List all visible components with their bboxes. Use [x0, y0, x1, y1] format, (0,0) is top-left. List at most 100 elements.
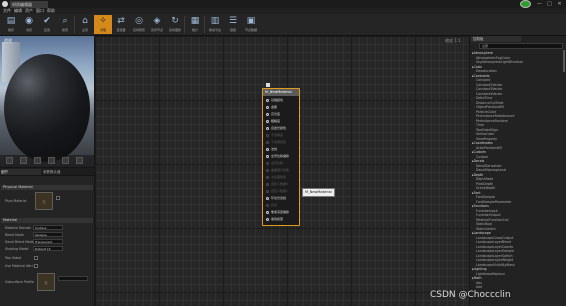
use-material-attributes-label: Use Material Attri...	[5, 264, 36, 268]
section-material[interactable]: Material	[1, 218, 93, 223]
two-sided-label: Two Sided	[5, 256, 21, 260]
sphere-preview-button[interactable]	[20, 157, 27, 164]
viewport-mode-label[interactable]: 透视	[4, 38, 12, 44]
pin-connector-icon[interactable]	[266, 189, 269, 193]
pin-connector-icon[interactable]	[266, 133, 269, 137]
toolbar-button-clean[interactable]: ✧ 清理	[94, 15, 112, 34]
pin-label: 基础颜色	[271, 98, 284, 102]
shading-model-dropdown[interactable]: Default Lit	[33, 246, 63, 251]
node-input-pin[interactable]: 像素深度偏移	[266, 210, 289, 214]
toolbar-button-label: 实时预览	[132, 28, 145, 32]
pin-connector-icon[interactable]	[266, 182, 269, 186]
node-input-pin[interactable]: 高光度	[266, 112, 280, 116]
toolbar-button-search[interactable]: ⌕ 搜索	[56, 15, 74, 34]
pin-connector-icon[interactable]	[266, 203, 269, 207]
node-input-pin[interactable]: 不透明蒙版	[266, 140, 286, 144]
node-input-pin[interactable]: 折射	[266, 203, 277, 207]
preview-viewport[interactable]: 透视	[0, 36, 94, 167]
node-input-pin[interactable]: 全局位移偏移	[266, 154, 289, 158]
pin-connector-icon[interactable]	[266, 196, 269, 200]
toolbar-button-node-data[interactable]: ▣ 节点数据	[242, 15, 260, 34]
node-input-pin[interactable]: 自定义数据1	[266, 189, 288, 193]
pin-connector-icon[interactable]	[266, 154, 269, 158]
node-input-pin[interactable]: 金属	[266, 105, 277, 109]
toolbar-button-live-preview[interactable]: ◎ 实时预览	[130, 15, 148, 34]
mesh-preview-button[interactable]	[62, 157, 69, 164]
pin-connector-icon[interactable]	[266, 119, 269, 123]
pin-connector-icon[interactable]	[266, 217, 269, 221]
pin-label: 折射	[271, 203, 278, 207]
pin-connector-icon[interactable]	[266, 210, 269, 214]
engine-logo-icon[interactable]	[2, 1, 8, 7]
pin-label: 粗糙度	[271, 119, 281, 123]
node-preview-toggle[interactable]	[266, 83, 270, 87]
node-input-pin[interactable]: 法线	[266, 147, 277, 151]
toolbar-button-live-update[interactable]: ↻ 实时更新	[166, 15, 184, 34]
toolbar-button-live-nodes[interactable]: ◈ 实时节点	[148, 15, 166, 34]
node-title[interactable]: M_NewMaterial	[263, 89, 299, 96]
toolbar-button-apply[interactable]: ✔ 应用	[38, 15, 56, 34]
pin-connector-icon[interactable]	[266, 175, 269, 179]
pin-connector-icon[interactable]	[266, 126, 269, 130]
pin-label: 环境光遮挡	[271, 196, 287, 200]
save-icon: ▤	[6, 16, 16, 26]
toolbar-button-connectors[interactable]: ⇄ 连接器	[112, 15, 130, 34]
browse-icon: ◉	[25, 16, 33, 26]
pin-connector-icon[interactable]	[266, 147, 269, 151]
subsurface-profile-thumbnail[interactable]: 无	[37, 273, 55, 291]
online-status-icon[interactable]	[520, 0, 531, 8]
document-tab[interactable]: 材质编辑器	[10, 1, 48, 8]
subsurface-profile-label: Subsurface Profile	[5, 280, 34, 284]
toolbar-button-platform-stats[interactable]: ▥ 移动平台	[206, 15, 224, 34]
node-input-pin[interactable]: 环境光遮挡	[266, 196, 286, 200]
minimize-button[interactable]: —	[535, 0, 544, 8]
material-domain-dropdown[interactable]: Surface	[33, 225, 63, 230]
decal-blend-mode-dropdown[interactable]: Translucent	[33, 239, 63, 244]
cylinder-preview-button[interactable]	[6, 157, 13, 164]
pin-connector-icon[interactable]	[266, 161, 269, 165]
toolbar-button-browse[interactable]: ◉ 浏览	[20, 15, 38, 34]
close-button[interactable]: ✕	[555, 0, 564, 8]
pin-label: 全局位移	[271, 161, 284, 165]
node-input-pin[interactable]: 曲面细分系数	[266, 168, 289, 172]
tab-details[interactable]: 细节	[1, 169, 41, 175]
toolbar-button-save[interactable]: ▤ 保存	[2, 15, 20, 34]
node-input-pin[interactable]: 自定义数据0	[266, 182, 288, 186]
pin-connector-icon[interactable]	[266, 168, 269, 172]
decal-blend-mode-label: Decal Blend Mode	[5, 240, 34, 244]
subsurface-profile-picker[interactable]	[58, 276, 88, 281]
tab-parameter-defaults[interactable]: 参数默认值	[43, 169, 91, 175]
node-input-pin[interactable]: 自发光颜色	[266, 126, 286, 130]
pin-connector-icon[interactable]	[266, 112, 269, 116]
toolbar-button-label: 保存	[7, 28, 14, 32]
palette-item[interactable]: Add	[472, 285, 562, 289]
use-material-attributes-checkbox[interactable]	[34, 264, 38, 268]
plane-preview-button[interactable]	[34, 157, 41, 164]
node-input-pin[interactable]: 不透明度	[266, 133, 283, 137]
palette-category-dropdown[interactable]: 全部	[479, 43, 563, 49]
blend-mode-dropdown[interactable]: Opaque	[33, 232, 63, 237]
grid-toggle-button[interactable]	[76, 157, 83, 164]
tab-palette[interactable]: 控制板	[471, 36, 521, 42]
section-physical-material[interactable]: Physical Material	[1, 185, 93, 190]
toolbar-button-label: 移动平台	[208, 28, 221, 32]
toolbar-button-home[interactable]: ⌂ 主页	[76, 15, 94, 34]
cube-preview-button[interactable]	[48, 157, 55, 164]
node-input-pin[interactable]: 全局位移	[266, 161, 283, 165]
phys-material-label: Phys Material	[5, 199, 27, 203]
node-input-pin[interactable]: 次表面颜色	[266, 175, 286, 179]
node-input-pin[interactable]: 基础颜色	[266, 98, 283, 102]
palette-scrollbar[interactable]	[563, 50, 565, 72]
toolbar-button-stats[interactable]: ▦ 统计	[186, 15, 204, 34]
toolbar-button-hierarchy[interactable]: ☰ 层级	[224, 15, 242, 34]
phys-material-browse-icon[interactable]	[56, 196, 60, 200]
maximize-button[interactable]: □	[545, 0, 554, 8]
two-sided-checkbox[interactable]	[34, 256, 38, 260]
node-input-pin[interactable]: 着色模型	[266, 217, 283, 221]
node-input-pin[interactable]: 粗糙度	[266, 119, 280, 123]
pin-connector-icon[interactable]	[266, 140, 269, 144]
pin-connector-icon[interactable]	[266, 98, 269, 102]
phys-material-thumbnail[interactable]: 无	[35, 192, 53, 210]
toolbar-button-label: 实时更新	[168, 28, 181, 32]
pin-connector-icon[interactable]	[266, 105, 269, 109]
